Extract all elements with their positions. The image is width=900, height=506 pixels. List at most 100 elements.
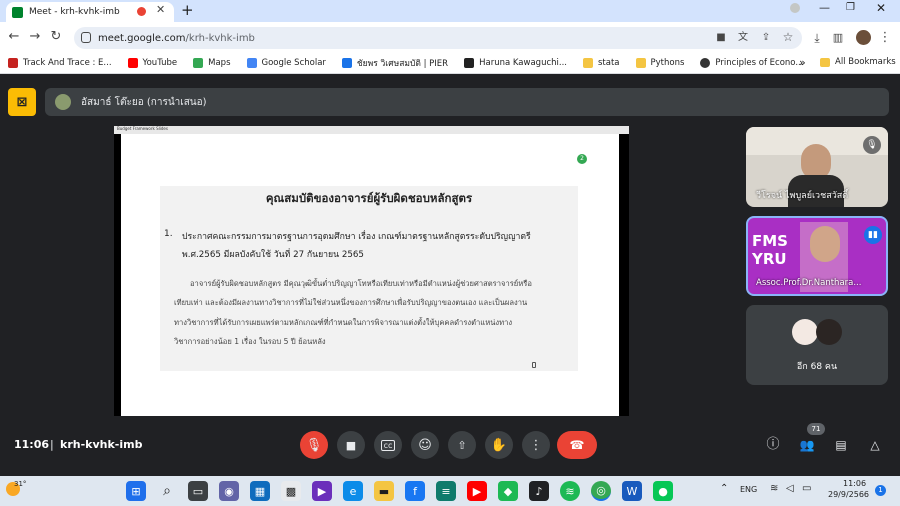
folder-icon: [635, 57, 646, 68]
bookmark-item[interactable]: Track And Trace : E...: [8, 57, 112, 68]
notepad-icon[interactable]: ≡: [436, 481, 456, 501]
widgets-icon[interactable]: ▦: [250, 481, 270, 501]
tab-meet[interactable]: Meet - krh-kvhk-imb ✕: [6, 2, 174, 22]
bookmark-folder[interactable]: Pythons: [635, 57, 684, 68]
activities-icon[interactable]: △: [866, 436, 884, 454]
slide-title: คุณสมบัติของอาจารย์ผู้รับผิดชอบหลักสูตร: [265, 191, 473, 205]
tab-search-icon[interactable]: [790, 3, 800, 13]
scholar-icon: [246, 57, 257, 68]
bookmark-folder[interactable]: stata: [582, 57, 620, 68]
camera-button[interactable]: ■: [337, 431, 365, 459]
profile-avatar[interactable]: [856, 30, 871, 45]
paragraph-line: ทางวิชาการที่ได้รับการเผยแพร่ตามหลักเกณฑ…: [174, 318, 513, 327]
tab-close-icon[interactable]: ✕: [156, 3, 165, 16]
avatar: [792, 319, 818, 345]
bookmark-favicon-icon: [8, 57, 18, 68]
participant-name: วีโรจน์ ไพบูลย์เวชสวัสดิ์: [756, 191, 849, 201]
participant-tile[interactable]: FMS YRU ▮▮ Assoc.Prof.Dr.Nanthara...: [746, 216, 888, 296]
present-button[interactable]: ⇧: [448, 431, 476, 459]
camera-icon[interactable]: ■: [712, 29, 730, 47]
bookmark-item[interactable]: Principles of Econo...: [700, 57, 803, 68]
pier-icon: [341, 57, 352, 68]
line-icon[interactable]: ●: [653, 481, 673, 501]
new-tab-button[interactable]: +: [181, 1, 194, 19]
raise-hand-button[interactable]: ✋: [485, 431, 513, 459]
mic-off-icon: 🎙: [305, 437, 323, 453]
item-line: ประกาศคณะกรรมการมาตรฐานการอุดมศึกษา เรื่…: [182, 232, 531, 242]
clock-date[interactable]: 29/9/2566: [828, 490, 869, 499]
spotify-icon[interactable]: ≋: [560, 481, 580, 501]
mic-off-button[interactable]: 🎙: [300, 431, 328, 459]
present-icon: ⇧: [457, 438, 467, 452]
share-icon[interactable]: ⇪: [757, 29, 775, 47]
reactions-button[interactable]: ☺: [411, 431, 439, 459]
end-call-button[interactable]: ☎: [557, 431, 597, 459]
forward-icon[interactable]: →: [26, 28, 44, 46]
chat-icon[interactable]: ▤: [832, 436, 850, 454]
folder-icon: [582, 57, 593, 68]
avatar: [816, 319, 842, 345]
address-bar[interactable]: meet.google.com/krh-kvhk-imb ■ 文 ⇪ ☆: [74, 27, 802, 49]
more-vert-icon: ⋮: [529, 437, 543, 453]
wifi-icon[interactable]: ≋: [770, 483, 778, 494]
download-icon[interactable]: ⤓: [808, 29, 826, 47]
edge-icon[interactable]: e: [343, 481, 363, 501]
bookmark-item[interactable]: Maps: [193, 57, 231, 68]
side-panel-icon[interactable]: ▥: [829, 29, 847, 47]
chat-app-icon[interactable]: ◉: [219, 481, 239, 501]
volume-icon[interactable]: ◁: [786, 483, 794, 494]
start-icon[interactable]: ⊞: [126, 481, 146, 501]
slide-window-strip: Budget Framework Slides: [114, 126, 629, 134]
bookmark-item[interactable]: Google Scholar: [246, 57, 326, 68]
close-window-icon[interactable]: ✕: [876, 1, 886, 15]
notification-badge[interactable]: 1: [875, 485, 886, 496]
paragraph-line: เทียบเท่า และต้องมีผลงานทางวิชาการที่ไม่…: [174, 298, 528, 307]
captions-button[interactable]: cc: [374, 431, 402, 459]
paragraph-line: วิชาการอย่างน้อย 1 เรื่อง ในรอบ 5 ปี ย้อ…: [174, 337, 326, 346]
participant-name: Assoc.Prof.Dr.Nanthara...: [756, 278, 862, 288]
bookmark-item[interactable]: YouTube: [127, 57, 177, 68]
minimize-icon[interactable]: —: [819, 1, 830, 14]
mouse-cursor-icon: [532, 362, 536, 368]
file-explorer-icon[interactable]: ▬: [374, 481, 394, 501]
youtube-icon: [127, 57, 138, 68]
battery-icon[interactable]: ▭: [802, 483, 811, 494]
search-icon[interactable]: ⌕: [157, 481, 177, 501]
calculator-icon[interactable]: ▩: [281, 481, 301, 501]
clock-time[interactable]: 11:06: [843, 479, 866, 488]
hang-up-icon: ☎: [569, 438, 585, 452]
tiktok-icon[interactable]: ♪: [529, 481, 549, 501]
more-options-button[interactable]: ⋮: [522, 431, 550, 459]
word-icon[interactable]: W: [622, 481, 642, 501]
hand-icon: ✋: [490, 437, 508, 453]
youtube-taskbar-icon[interactable]: ▶: [467, 481, 487, 501]
translate-icon[interactable]: 文: [734, 29, 752, 47]
language-indicator[interactable]: ENG: [740, 485, 757, 494]
bookmark-item[interactable]: ชัยพร วิเศษสมบัติ | PIER: [341, 56, 448, 70]
all-bookmarks-button[interactable]: All Bookmarks: [820, 57, 896, 67]
facebook-icon[interactable]: f: [405, 481, 425, 501]
task-view-icon[interactable]: ▭: [188, 481, 208, 501]
video-icon: ■: [345, 438, 357, 452]
maps-taskbar-icon[interactable]: ◆: [498, 481, 518, 501]
maps-icon: [193, 57, 204, 68]
people-count-badge: 71: [807, 423, 825, 435]
video-editor-icon[interactable]: ▶: [312, 481, 332, 501]
restore-icon[interactable]: ❐: [846, 2, 855, 13]
tray-chevron-icon[interactable]: ⌃: [720, 483, 728, 494]
people-icon[interactable]: 👥: [798, 436, 816, 454]
mic-off-icon: 🎙: [863, 136, 881, 154]
others-tile[interactable]: อีก 68 คน: [746, 305, 888, 385]
chrome-icon[interactable]: ◎: [591, 481, 611, 501]
slide-badge: 2: [577, 154, 587, 164]
reload-icon[interactable]: ↻: [47, 28, 65, 46]
stop-presenting-icon[interactable]: ⊠: [8, 88, 36, 116]
info-icon[interactable]: ⓘ: [764, 436, 782, 454]
bookmark-star-icon[interactable]: ☆: [779, 28, 797, 46]
more-bookmarks-icon[interactable]: »: [799, 56, 806, 69]
menu-icon[interactable]: ⋮: [876, 29, 894, 47]
bookmark-item[interactable]: Haruna Kawaguchi...: [464, 57, 567, 68]
site-info-icon[interactable]: [81, 32, 91, 43]
participant-tile[interactable]: 🎙 วีโรจน์ ไพบูลย์เวชสวัสดิ์: [746, 127, 888, 207]
back-icon[interactable]: ←: [5, 28, 23, 46]
